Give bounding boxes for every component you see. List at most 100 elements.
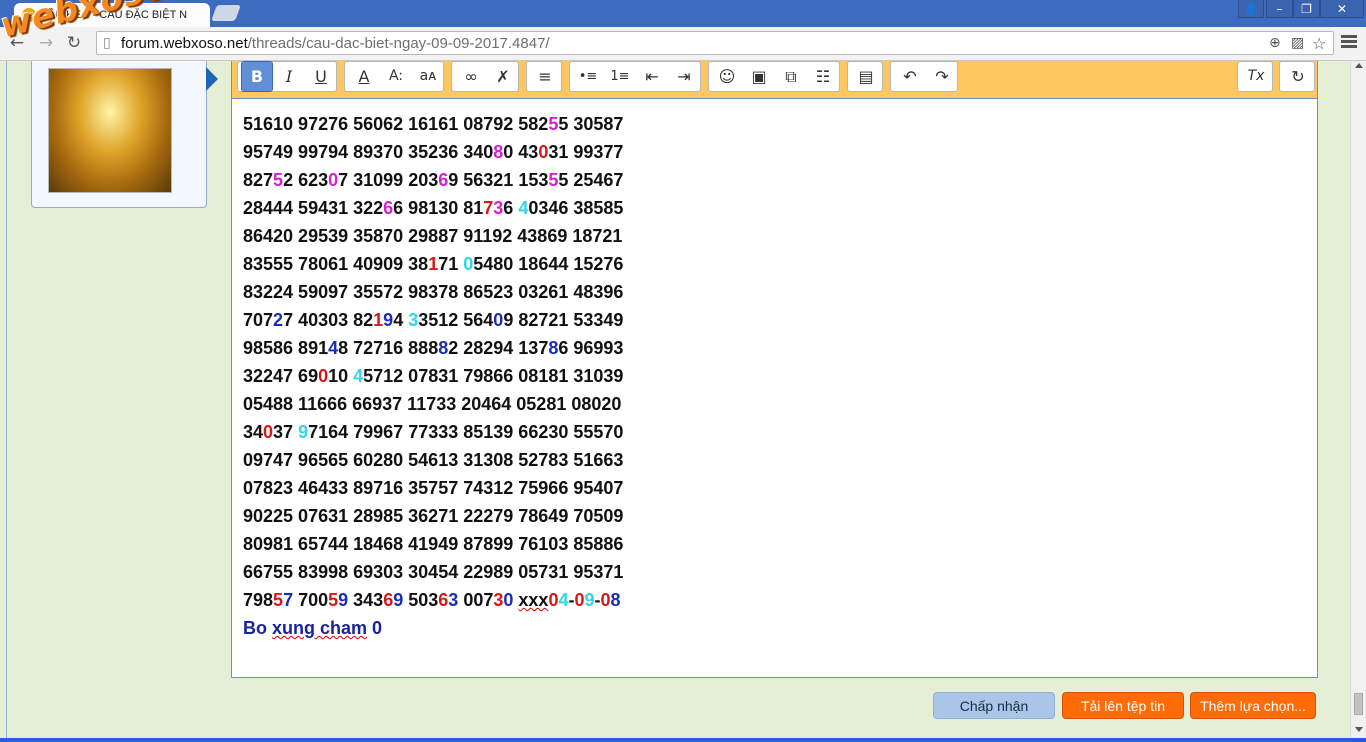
number-line: 90225 07631 28985 36271 22279 78649 7050… [243, 502, 623, 530]
outdent-icon[interactable]: ⇤ [637, 62, 667, 91]
smilie-icon[interactable]: ☺ [712, 62, 742, 91]
number-segment: 8 [548, 338, 559, 358]
accept-button[interactable]: Chấp nhận [933, 692, 1055, 719]
number-segment: 827 [243, 170, 274, 190]
number-segment: 9 [338, 590, 349, 610]
page-scrollbar[interactable] [1350, 61, 1366, 742]
url-text[interactable]: forum.webxoso.net/threads/cau-dac-biet-n… [121, 35, 550, 52]
number-segment: 80981 65744 18468 41949 87899 76103 8588… [243, 534, 624, 554]
number-segment: xxx [518, 590, 549, 610]
bo-xung-suffix: 0 [367, 618, 383, 638]
number-segment: 1 [428, 254, 439, 274]
number-line: 09747 96565 60280 54613 31308 52783 5166… [243, 446, 623, 474]
number-segment: 3 [408, 310, 419, 330]
number-segment: 83555 78061 40909 38 [243, 254, 429, 274]
number-segment: 5712 07831 79866 08181 31039 [363, 366, 624, 386]
number-segment: 7164 79967 77333 85139 66230 55570 [308, 422, 624, 442]
save-draft-icon[interactable]: ▤ [851, 62, 881, 91]
number-line: 70727 40303 82194 33512 56409 82721 5334… [243, 306, 623, 334]
number-line: 66755 83998 69303 30454 22989 05731 9537… [243, 558, 623, 586]
font-family-icon[interactable]: aᴀ [413, 62, 443, 91]
number-segment: 0 [318, 366, 329, 386]
number-segment: 6 [438, 170, 449, 190]
indent-icon[interactable]: ⇥ [669, 62, 699, 91]
number-line: 28444 59431 32266 98130 81736 40346 3858… [243, 194, 623, 222]
number-segment: 86420 29539 35870 29887 91192 43869 1872… [243, 226, 623, 246]
underline-icon[interactable]: U [306, 62, 336, 91]
number-segment: 9 [584, 590, 595, 610]
number-segment: 3 [493, 198, 504, 218]
number-segment: 707 [243, 310, 274, 330]
address-bar[interactable]: ▯ forum.webxoso.net/threads/cau-dac-biet… [96, 31, 1334, 55]
insert-group: ☺ ▣ ⧉ ☷ [708, 61, 840, 92]
number-segment: 05488 11666 66937 11733 20464 05281 0802… [243, 394, 622, 414]
number-line: 05488 11666 66937 11733 20464 05281 0802… [243, 390, 623, 418]
avatar[interactable] [48, 68, 172, 193]
editor-content[interactable]: 51610 97276 56062 16161 08792 58255 3058… [243, 110, 623, 642]
font-size-icon[interactable]: A: [381, 62, 411, 91]
font-color-icon[interactable]: A [349, 62, 379, 91]
scroll-thumb[interactable] [1354, 693, 1363, 715]
user-profile-icon[interactable]: 👤 [1238, 0, 1264, 18]
zoom-icon[interactable]: ⊕ [1269, 35, 1281, 51]
number-segment: 31 99377 [548, 142, 624, 162]
minimize-icon[interactable]: – [1266, 0, 1293, 18]
number-segment: 1 [373, 310, 384, 330]
number-segment: 4 [328, 338, 339, 358]
number-segment: 343 [348, 590, 384, 610]
number-line: 86420 29539 35870 29887 91192 43869 1872… [243, 222, 623, 250]
star-icon[interactable]: ☆ [1312, 34, 1326, 53]
number-segment: 5 30587 [558, 114, 624, 134]
scroll-up-icon[interactable] [1355, 63, 1363, 68]
number-segment: 9 56321 153 [448, 170, 549, 190]
bulleted-list-icon[interactable]: •≡ [573, 62, 603, 91]
message-arrow [206, 67, 218, 91]
number-segment: 71 [438, 254, 464, 274]
more-options-button[interactable]: Thêm lựa chọn... [1190, 692, 1316, 719]
reload-icon[interactable]: ↻ [63, 32, 85, 54]
number-line: 80981 65744 18468 41949 87899 76103 8588… [243, 530, 623, 558]
undo-icon[interactable]: ↶ [895, 62, 925, 91]
number-segment: 503 [403, 590, 439, 610]
align-icon[interactable]: ≡ [530, 62, 560, 91]
toggle-group: ↻ [1279, 61, 1315, 92]
number-segment: 66755 83998 69303 30454 22989 05731 9537… [243, 562, 624, 582]
bo-xung-line: Bo xung cham 0 [243, 614, 623, 642]
new-tab-button[interactable] [211, 5, 241, 21]
number-segment: 5 [273, 590, 284, 610]
bold-icon[interactable]: B [241, 61, 273, 92]
number-segment: 83224 59097 35572 98378 86523 03261 4839… [243, 282, 624, 302]
media-icon[interactable]: ⧉ [776, 62, 806, 91]
number-segment: 7 40303 82 [283, 310, 374, 330]
number-segment: 07823 46433 89716 35757 74312 75966 9540… [243, 478, 624, 498]
number-segment: 9 [383, 310, 394, 330]
number-segment: 5 25467 [558, 170, 624, 190]
number-segment: 6 [383, 198, 394, 218]
message-editor[interactable]: B I U A A: aᴀ ∞ ✗ ≡ •≡ 1≡ ⇤ ⇥ ☺ ▣ ⧉ ☷ ▤ … [231, 61, 1318, 678]
scroll-down-icon[interactable] [1355, 727, 1363, 732]
italic-icon[interactable]: I [274, 62, 304, 91]
unlink-icon[interactable]: ✗ [488, 62, 518, 91]
number-segment: 6 [383, 590, 394, 610]
menu-icon[interactable] [1340, 33, 1358, 53]
redo-icon[interactable]: ↷ [927, 62, 957, 91]
number-line: 83555 78061 40909 38171 05480 18644 1527… [243, 250, 623, 278]
numbered-list-icon[interactable]: 1≡ [605, 62, 635, 91]
number-segment: 28444 59431 322 [243, 198, 384, 218]
number-line: 34037 97164 79967 77333 85139 66230 5557… [243, 418, 623, 446]
number-segment: 3 [493, 590, 504, 610]
number-segment: 6 96993 [558, 338, 624, 358]
remove-format-icon[interactable]: Tx [1241, 62, 1271, 91]
restore-icon[interactable]: ❐ [1293, 0, 1320, 18]
remove-format-group: Tx [1237, 61, 1273, 92]
upload-file-button[interactable]: Tải lên tệp tin [1062, 692, 1184, 719]
quote-icon[interactable]: ☷ [808, 62, 838, 91]
translate-icon[interactable]: ▨ [1291, 35, 1304, 51]
number-segment: 5 [328, 590, 339, 610]
number-segment: 0 [538, 142, 549, 162]
number-segment: 2 623 [283, 170, 329, 190]
toggle-bbcode-icon[interactable]: ↻ [1283, 62, 1313, 91]
link-icon[interactable]: ∞ [456, 62, 486, 91]
image-icon[interactable]: ▣ [744, 62, 774, 91]
close-window-icon[interactable]: ✕ [1320, 0, 1364, 18]
